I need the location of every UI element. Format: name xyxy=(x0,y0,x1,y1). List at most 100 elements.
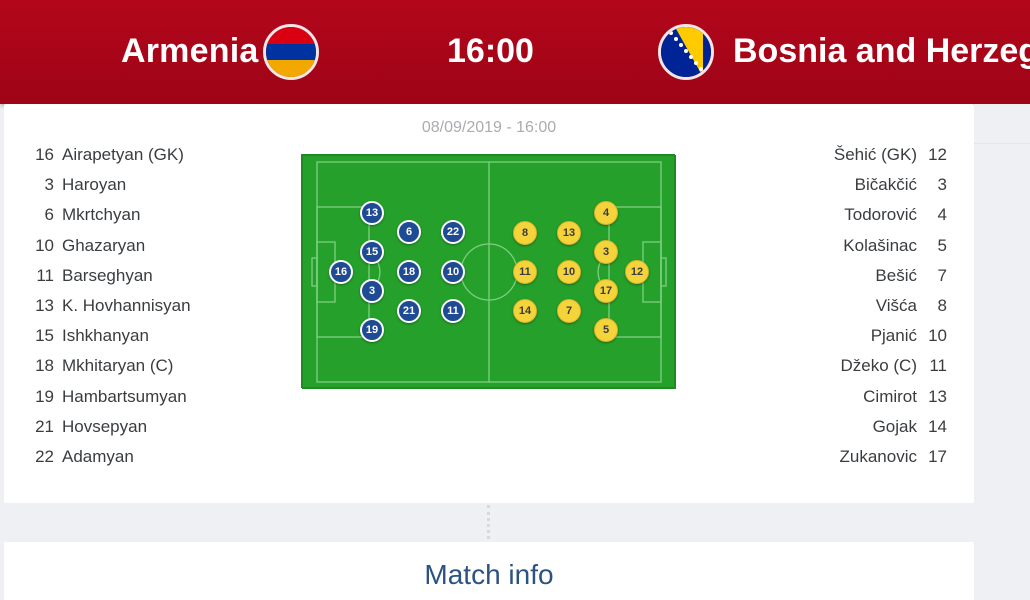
shirt-number: 5 xyxy=(937,235,947,255)
away-player-marker[interactable]: 11 xyxy=(513,260,537,284)
player-name: Todorović xyxy=(844,205,917,225)
lineup-row[interactable]: Džeko (C) 11 xyxy=(834,351,947,381)
player-name: Hovsepyan xyxy=(62,416,148,436)
shirt-number: 13 xyxy=(928,386,947,406)
away-player-marker[interactable]: 7 xyxy=(557,299,581,323)
home-player-marker[interactable]: 3 xyxy=(360,279,384,303)
shirt-number: 14 xyxy=(928,416,947,436)
away-player-marker[interactable]: 5 xyxy=(594,318,618,342)
player-name: Bičakčić xyxy=(854,175,917,195)
shirt-number: 12 xyxy=(928,145,947,165)
home-player-marker[interactable]: 21 xyxy=(397,299,421,323)
away-player-marker[interactable]: 8 xyxy=(513,221,537,245)
lineup-row[interactable]: Pjanić 10 xyxy=(834,321,947,351)
lineup-row[interactable]: 19 Hambartsumyan xyxy=(30,382,191,412)
shirt-number: 22 xyxy=(35,446,54,466)
armenia-flag-icon xyxy=(263,24,319,80)
shirt-number: 16 xyxy=(35,145,54,165)
shirt-number: 10 xyxy=(35,235,54,255)
lineup-row[interactable]: 3 Haroyan xyxy=(30,170,191,200)
away-player-marker[interactable]: 14 xyxy=(513,299,537,323)
bosnia-flag-icon xyxy=(658,24,714,80)
section-divider xyxy=(487,505,491,539)
lineup-row[interactable]: Višća 8 xyxy=(834,291,947,321)
lineup-row[interactable]: 10 Ghazaryan xyxy=(30,231,191,261)
lineup-row[interactable]: Kolašinac 5 xyxy=(834,231,947,261)
away-lineup-list: Šehić (GK) 12 Bičakčić 3 Todorović 4 Kolašinac… xyxy=(834,140,947,472)
player-name: Barseghyan xyxy=(62,265,153,285)
shirt-number: 21 xyxy=(35,416,54,436)
shirt-number: 15 xyxy=(35,326,54,346)
shirt-number: 6 xyxy=(44,205,54,225)
lineup-row[interactable]: 6 Mkrtchyan xyxy=(30,200,191,230)
player-name: Bešić xyxy=(875,265,917,285)
home-lineup-list: 16 Airapetyan (GK) 3 Haroyan 6 Mkrtchyan 10 Gha… xyxy=(30,140,191,472)
match-header: Armenia 16:00 Bosnia and Herzego xyxy=(0,0,1030,104)
lineup-row[interactable]: Bešić 7 xyxy=(834,261,947,291)
shirt-number: 13 xyxy=(35,296,54,316)
lineup-row[interactable]: 22 Adamyan xyxy=(30,442,191,472)
home-player-marker[interactable]: 22 xyxy=(441,220,465,244)
away-player-marker[interactable]: 17 xyxy=(594,279,618,303)
match-date: 08/09/2019 - 16:00 xyxy=(421,119,557,136)
away-player-marker[interactable]: 3 xyxy=(594,240,618,264)
lineup-row[interactable]: Šehić (GK) 12 xyxy=(834,140,947,170)
shirt-number: 8 xyxy=(937,296,947,316)
lineup-row[interactable]: 11 Barseghyan xyxy=(30,261,191,291)
home-player-marker[interactable]: 6 xyxy=(397,220,421,244)
home-player-marker[interactable]: 18 xyxy=(397,260,421,284)
player-name: Gojak xyxy=(872,416,917,436)
lineup-row[interactable]: 15 Ishkhanyan xyxy=(30,321,191,351)
lineup-row[interactable]: 16 Airapetyan (GK) xyxy=(30,140,191,170)
shirt-number: 4 xyxy=(937,205,947,225)
player-name: Ishkhanyan xyxy=(62,326,149,346)
match-info-title: Match info xyxy=(424,559,554,590)
home-player-marker[interactable]: 11 xyxy=(441,299,465,323)
home-player-marker[interactable]: 13 xyxy=(360,201,384,225)
player-name: Pjanić xyxy=(870,326,917,346)
lineup-row[interactable]: Gojak 14 xyxy=(834,412,947,442)
shirt-number: 17 xyxy=(928,446,947,466)
pitch-markings xyxy=(302,155,676,389)
lineup-row[interactable]: Bičakčić 3 xyxy=(834,170,947,200)
home-player-marker[interactable]: 16 xyxy=(329,260,353,284)
shirt-number: 18 xyxy=(35,356,54,376)
home-player-marker[interactable]: 10 xyxy=(441,260,465,284)
away-player-marker[interactable]: 4 xyxy=(594,201,618,225)
lineup-row[interactable]: Zukanovic 17 xyxy=(834,442,947,472)
shirt-number: 7 xyxy=(937,265,947,285)
shirt-number: 11 xyxy=(929,356,947,376)
player-name: Zukanovic xyxy=(839,446,917,466)
side-panel-divider xyxy=(974,104,1030,144)
lineup-row[interactable]: Cimirot 13 xyxy=(834,382,947,412)
lineup-row[interactable]: 18 Mkhitaryan (C) xyxy=(30,351,191,381)
away-team-name[interactable]: Bosnia and Herzego xyxy=(733,32,1030,71)
away-player-marker[interactable]: 12 xyxy=(625,260,649,284)
home-player-marker[interactable]: 15 xyxy=(360,240,384,264)
player-name: Džeko (C) xyxy=(840,356,917,376)
player-name: Kolašinac xyxy=(843,235,917,255)
shirt-number: 3 xyxy=(44,175,54,195)
player-name: Ghazaryan xyxy=(62,235,146,255)
home-player-marker[interactable]: 19 xyxy=(360,318,384,342)
side-panel xyxy=(974,104,1030,600)
lineups-card: 08/09/2019 - 16:00 16 Airapetyan (GK) 3 Har… xyxy=(4,104,974,503)
home-team-name[interactable]: Armenia xyxy=(121,32,258,71)
lineup-row[interactable]: 13 K. Hovhannisyan xyxy=(30,291,191,321)
shirt-number: 19 xyxy=(35,386,54,406)
player-name: Hambartsumyan xyxy=(62,386,187,406)
player-name: Cimirot xyxy=(863,386,917,406)
player-name: Adamyan xyxy=(62,446,134,466)
away-player-marker[interactable]: 10 xyxy=(557,260,581,284)
away-player-marker[interactable]: 13 xyxy=(557,221,581,245)
lineup-row[interactable]: 21 Hovsepyan xyxy=(30,412,191,442)
shirt-number: 3 xyxy=(937,175,947,195)
lineup-row[interactable]: Todorović 4 xyxy=(834,200,947,230)
player-name: Mkrtchyan xyxy=(62,205,141,225)
formation-pitch: 13 6 22 15 16 18 10 3 21 11 19 8 13 4 3 11 10 12 17 14 7 5 xyxy=(301,154,676,389)
match-info-card: Match info xyxy=(4,542,974,600)
player-name: Šehić (GK) xyxy=(833,145,917,165)
player-name: K. Hovhannisyan xyxy=(62,296,191,316)
shirt-number: 10 xyxy=(928,326,947,346)
kickoff-time: 16:00 xyxy=(447,32,534,70)
